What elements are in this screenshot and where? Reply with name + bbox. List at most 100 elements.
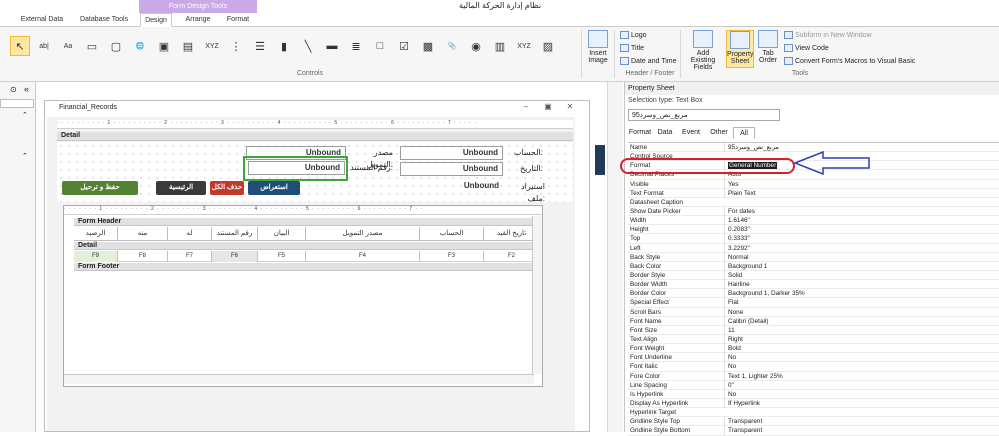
cell-f4[interactable]: F4 xyxy=(306,251,420,262)
property-row[interactable]: Text Format Plain Text xyxy=(628,188,999,198)
property-value[interactable]: No xyxy=(724,353,994,363)
hyperlink-icon[interactable]: 🌐 xyxy=(130,36,150,56)
tab-format[interactable]: Format xyxy=(222,13,254,27)
line-icon[interactable]: ╲ xyxy=(298,36,318,56)
property-value[interactable]: None xyxy=(724,307,994,317)
property-value[interactable]: Yes xyxy=(724,179,994,189)
property-row[interactable]: Scroll Bars None xyxy=(628,307,999,317)
property-row[interactable]: Hyperlink Target xyxy=(628,408,999,418)
property-value[interactable]: 3.2292" xyxy=(724,243,994,253)
property-value[interactable]: 11 xyxy=(724,325,994,335)
property-value[interactable]: 0.3333" xyxy=(724,234,994,244)
tab-external-data[interactable]: External Data xyxy=(16,13,68,27)
property-value[interactable]: Background 1 xyxy=(724,261,994,271)
restore-icon[interactable]: ▣ xyxy=(543,102,553,112)
main-button[interactable]: الرئيسية xyxy=(156,181,206,195)
label-icon[interactable]: Aa xyxy=(58,36,78,56)
property-row[interactable]: Border Style Solid xyxy=(628,270,999,281)
tab-control-icon[interactable]: ▢ xyxy=(106,36,126,56)
convert-macros-button[interactable]: Convert Form's Macros to Visual Basic xyxy=(784,57,915,65)
import-file-textbox[interactable]: Unbound xyxy=(400,180,503,194)
selected-control-dropdown[interactable]: مربع_نص_وسرد95 xyxy=(628,109,780,121)
nav-section-toggle-icon[interactable]: ⌃ xyxy=(22,111,28,119)
image-icon[interactable]: ▨ xyxy=(538,36,558,56)
combo-box-icon[interactable]: ☰ xyxy=(250,36,270,56)
property-row[interactable]: Width 1.6146" xyxy=(628,216,999,226)
title-button[interactable]: Title xyxy=(620,44,644,52)
property-value[interactable]: If Hyperlink xyxy=(724,398,994,408)
button-icon[interactable]: ▭ xyxy=(82,36,102,56)
property-row[interactable]: Border Width Hairline xyxy=(628,280,999,290)
subform-icon[interactable]: ▥ xyxy=(490,36,510,56)
ps-tab-all[interactable]: All xyxy=(733,127,755,139)
property-row[interactable]: Fore Color Text 1, Lighter 25% xyxy=(628,371,999,381)
tab-database-tools[interactable]: Database Tools xyxy=(74,13,134,27)
ps-tab-format[interactable]: Format xyxy=(627,127,653,139)
property-row[interactable]: Line Spacing 0" xyxy=(628,380,999,390)
web-browser-icon[interactable]: ▣ xyxy=(154,36,174,56)
tab-order-button[interactable]: Tab Order xyxy=(756,30,780,64)
bound-object-frame-icon[interactable]: XYZ xyxy=(514,36,534,56)
ps-tab-data[interactable]: Data xyxy=(655,127,675,139)
subform-footer-bar[interactable]: Form Footer xyxy=(74,263,540,271)
option-button-icon[interactable]: ◉ xyxy=(466,36,486,56)
property-value[interactable]: Transparent xyxy=(724,426,994,436)
nav-search-input[interactable] xyxy=(0,99,34,108)
delete-all-button[interactable]: حذف الكل xyxy=(210,181,244,195)
ps-tab-event[interactable]: Event xyxy=(679,127,703,139)
nav-dropdown-icon[interactable]: ⊙ xyxy=(10,85,17,94)
select-pointer-icon[interactable]: ↖ xyxy=(10,36,30,56)
property-row[interactable]: Show Date Picker For dates xyxy=(628,206,999,217)
add-existing-fields-button[interactable]: Add Existing Fields xyxy=(684,30,722,71)
property-row[interactable]: Display As Hyperlink If Hyperlink xyxy=(628,398,999,409)
ps-tab-other[interactable]: Other xyxy=(707,127,731,139)
property-value[interactable]: Normal xyxy=(724,252,994,262)
property-row[interactable]: Font Underline No xyxy=(628,353,999,363)
property-value[interactable]: No xyxy=(724,362,994,372)
cell-f5[interactable]: F5 xyxy=(258,251,306,262)
subform-new-window-button[interactable]: Subform in New Window xyxy=(784,31,872,39)
cell-f7[interactable]: F7 xyxy=(168,251,212,262)
tab-arrange[interactable]: Arrange xyxy=(178,13,218,27)
property-row[interactable]: Gridline Style Top Transparent xyxy=(628,417,999,427)
toggle-button-icon[interactable]: ▬ xyxy=(322,36,342,56)
property-value[interactable]: 0" xyxy=(724,380,994,390)
column-header-credit[interactable]: له xyxy=(168,227,212,241)
property-row[interactable]: Font Italic No xyxy=(628,362,999,372)
property-row[interactable]: Special Effect Flat xyxy=(628,298,999,308)
property-value[interactable]: Bold xyxy=(724,344,994,354)
property-row[interactable]: Visible Yes xyxy=(628,179,999,189)
subform-vertical-scrollbar[interactable] xyxy=(532,216,542,374)
subform-header-bar[interactable]: Form Header xyxy=(74,218,540,226)
property-row[interactable]: Back Color Background 1 xyxy=(628,261,999,271)
subform-horizontal-scrollbar[interactable] xyxy=(64,374,534,384)
property-value[interactable]: 0.2083" xyxy=(724,225,994,235)
cell-f6[interactable]: F6 xyxy=(212,251,258,262)
property-value[interactable]: Text 1, Lighter 25% xyxy=(724,371,994,381)
cell-f9[interactable]: F9 xyxy=(74,251,118,262)
minimize-icon[interactable]: – xyxy=(521,102,531,112)
property-row[interactable]: Left 3.2292" xyxy=(628,243,999,253)
column-header-debit[interactable]: منه xyxy=(118,227,168,241)
rectangle-icon[interactable]: □ xyxy=(370,36,390,56)
property-value[interactable]: Calibri (Detail) xyxy=(724,316,994,326)
property-value[interactable]: Hairline xyxy=(724,280,994,290)
detail-section-bar[interactable]: Detail xyxy=(57,132,573,141)
account-textbox[interactable]: Unbound xyxy=(400,146,503,160)
column-header-funding-source[interactable]: مصدر التمويل xyxy=(306,227,420,241)
navigation-control-icon[interactable]: ▤ xyxy=(178,36,198,56)
save-post-button[interactable]: حفظ و ترحيل xyxy=(62,181,138,195)
date-textbox[interactable]: Unbound xyxy=(400,162,503,176)
insert-image-button[interactable]: Insert Image xyxy=(584,30,612,64)
checkbox-icon[interactable]: ☑ xyxy=(394,36,414,56)
column-header-doc-no[interactable]: رقم المستند xyxy=(212,227,258,241)
attachment-icon[interactable]: 📎 xyxy=(442,36,462,56)
property-value[interactable]: Transparent xyxy=(724,417,994,427)
subform-control[interactable]: · · · · · · · 1 · · · · · · · · · 2 · · … xyxy=(63,205,543,387)
nav-collapse-icon[interactable]: « xyxy=(24,84,29,94)
option-group-icon[interactable]: XYZ xyxy=(202,36,222,56)
view-code-button[interactable]: View Code xyxy=(784,44,829,52)
property-value[interactable]: Background 1, Darker 35% xyxy=(724,289,994,299)
property-row[interactable]: Gridline Style Bottom Transparent xyxy=(628,426,999,436)
property-value[interactable]: Flat xyxy=(724,298,994,308)
